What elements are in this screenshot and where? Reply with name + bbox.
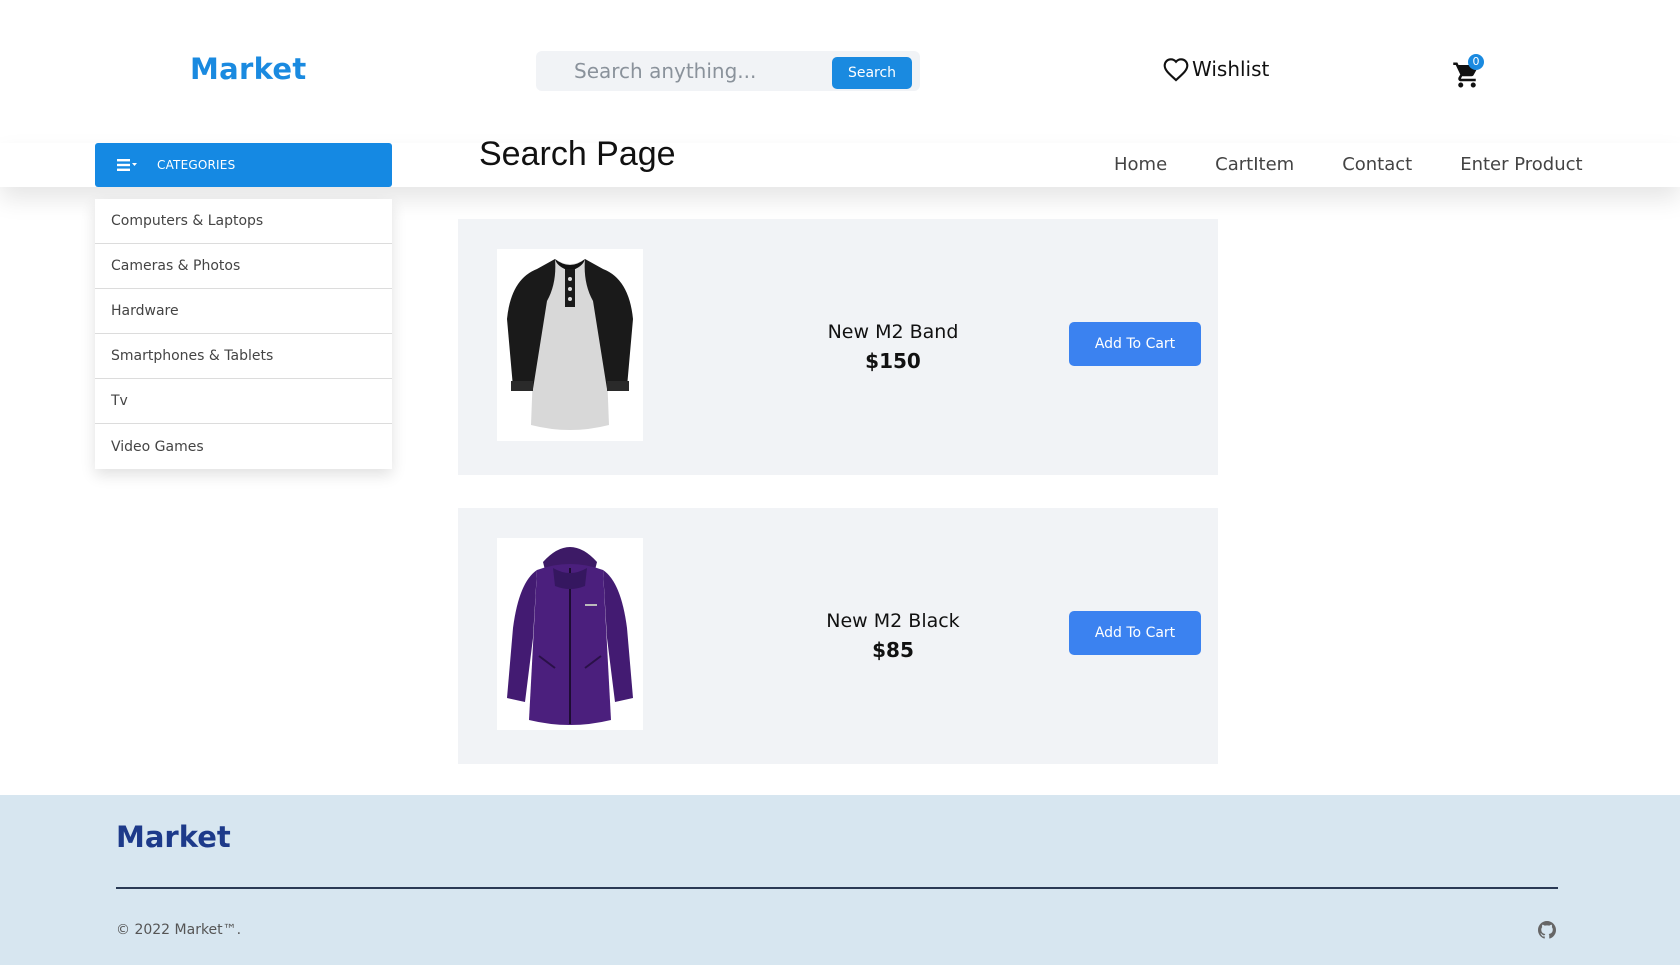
github-icon[interactable] (1538, 921, 1556, 939)
site-header: Market Search Wishlist 0 (0, 0, 1680, 140)
product-name[interactable]: New M2 Black (826, 610, 959, 632)
search-bar: Search (536, 51, 920, 91)
nav-link-contact[interactable]: Contact (1342, 154, 1412, 175)
cart-count-badge: 0 (1468, 54, 1484, 70)
add-to-cart-button[interactable]: Add To Cart (1069, 611, 1201, 655)
list-menu-icon (117, 158, 139, 172)
product-name[interactable]: New M2 Band (828, 321, 959, 343)
category-item[interactable]: Computers & Laptops (95, 199, 392, 244)
categories-label: CATEGORIES (157, 158, 236, 172)
categories-dropdown-button[interactable]: CATEGORIES (95, 143, 392, 187)
footer-copyright: © 2022 Market™. (116, 922, 242, 938)
product-info: New M2 Black $85 (763, 508, 1023, 764)
nav-link-enter-product[interactable]: Enter Product (1460, 154, 1582, 175)
product-price: $85 (872, 638, 914, 662)
categories-list: Computers & Laptops Cameras & Photos Har… (95, 199, 392, 469)
footer-logo[interactable]: Market (116, 820, 231, 854)
product-card: New M2 Black $85 Add To Cart (458, 508, 1218, 764)
search-input[interactable] (574, 51, 824, 91)
site-logo[interactable]: Market (190, 52, 307, 86)
product-price: $150 (865, 349, 921, 373)
wishlist-label: Wishlist (1192, 57, 1270, 81)
raglan-shirt-icon (507, 259, 633, 430)
nav-link-home[interactable]: Home (1114, 154, 1167, 175)
category-item[interactable]: Tv (95, 379, 392, 424)
wishlist-link[interactable]: Wishlist (1162, 56, 1269, 82)
cart-button[interactable]: 0 (1452, 54, 1492, 90)
page-title: Search Page (479, 135, 676, 173)
nav-link-cartitem[interactable]: CartItem (1215, 154, 1294, 175)
product-info: New M2 Band $150 (763, 219, 1023, 475)
category-item[interactable]: Cameras & Photos (95, 244, 392, 289)
purple-jacket-icon (507, 547, 633, 725)
site-footer: Market © 2022 Market™. (0, 795, 1680, 965)
heart-icon (1163, 58, 1189, 82)
category-item[interactable]: Video Games (95, 424, 392, 469)
product-card: New M2 Band $150 Add To Cart (458, 219, 1218, 475)
main-nav: Home CartItem Contact Enter Product (1114, 154, 1583, 175)
search-button[interactable]: Search (832, 57, 912, 89)
category-item[interactable]: Hardware (95, 289, 392, 334)
product-image[interactable] (497, 249, 643, 441)
add-to-cart-button[interactable]: Add To Cart (1069, 322, 1201, 366)
product-image[interactable] (497, 538, 643, 730)
footer-divider (116, 887, 1558, 889)
category-item[interactable]: Smartphones & Tablets (95, 334, 392, 379)
